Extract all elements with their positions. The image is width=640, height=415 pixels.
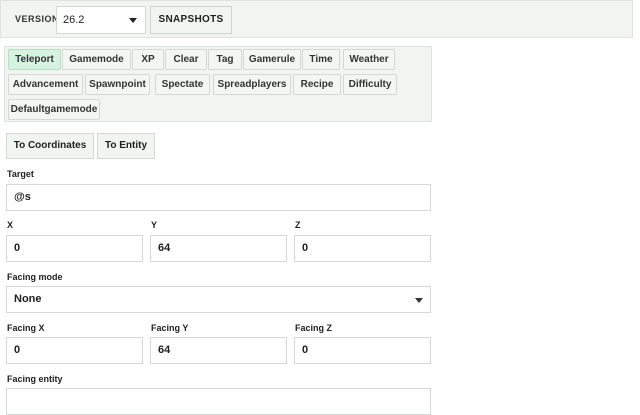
command-defaultgamemode[interactable]: Defaultgamemode	[8, 99, 100, 120]
command-recipe[interactable]: Recipe	[293, 74, 341, 95]
target-label: Target	[7, 169, 34, 179]
facing-x-label: Facing X	[7, 323, 45, 333]
facing-x-input[interactable]: 0	[6, 337, 143, 364]
chevron-down-icon	[415, 298, 423, 303]
command-difficulty[interactable]: Difficulty	[343, 74, 397, 95]
y-label: Y	[151, 220, 158, 230]
y-input[interactable]: 64	[150, 235, 287, 262]
command-advancement[interactable]: Advancement	[8, 74, 83, 95]
command-selector: Teleport Gamemode XP Clear Tag Gamerule …	[4, 46, 432, 122]
z-input[interactable]: 0	[294, 235, 431, 262]
command-weather[interactable]: Weather	[343, 49, 395, 70]
facing-mode-select[interactable]: None	[6, 286, 431, 313]
command-spawnpoint[interactable]: Spawnpoint	[85, 74, 150, 95]
command-spectate[interactable]: Spectate	[155, 74, 210, 95]
command-xp[interactable]: XP	[132, 49, 164, 70]
facing-z-input[interactable]: 0	[294, 337, 431, 364]
target-input[interactable]: @s	[6, 184, 431, 211]
chevron-down-icon	[129, 18, 137, 23]
facing-z-value: 0	[302, 344, 309, 356]
x-input[interactable]: 0	[6, 235, 143, 262]
facing-y-value: 64	[158, 344, 171, 356]
command-spreadplayers[interactable]: Spreadplayers	[213, 74, 291, 95]
facing-mode-label: Facing mode	[7, 272, 63, 282]
command-gamerule[interactable]: Gamerule	[243, 49, 301, 70]
version-value: 26.2	[63, 14, 85, 26]
facing-entity-input[interactable]	[6, 388, 431, 415]
command-time[interactable]: Time	[302, 49, 340, 70]
facing-y-input[interactable]: 64	[150, 337, 287, 364]
command-clear[interactable]: Clear	[165, 49, 207, 70]
facing-entity-label: Facing entity	[7, 374, 63, 384]
z-value: 0	[302, 242, 309, 254]
z-label: Z	[295, 220, 301, 230]
tab-to-entity[interactable]: To Entity	[97, 133, 155, 159]
top-bar: VERSION 26.2 SNAPSHOTS	[0, 0, 633, 38]
x-value: 0	[14, 242, 21, 254]
facing-mode-value: None	[14, 293, 42, 305]
facing-y-label: Facing Y	[151, 323, 189, 333]
command-teleport[interactable]: Teleport	[8, 49, 61, 70]
snapshots-button[interactable]: SNAPSHOTS	[150, 6, 232, 34]
command-gamemode[interactable]: Gamemode	[62, 49, 131, 70]
target-value: @s	[14, 191, 31, 203]
version-label: VERSION	[15, 14, 60, 24]
tab-to-coordinates[interactable]: To Coordinates	[6, 133, 94, 159]
y-value: 64	[158, 242, 171, 254]
command-tag[interactable]: Tag	[208, 49, 242, 70]
facing-z-label: Facing Z	[295, 323, 333, 333]
facing-x-value: 0	[14, 344, 21, 356]
x-label: X	[7, 220, 14, 230]
version-select[interactable]: 26.2	[56, 6, 146, 34]
